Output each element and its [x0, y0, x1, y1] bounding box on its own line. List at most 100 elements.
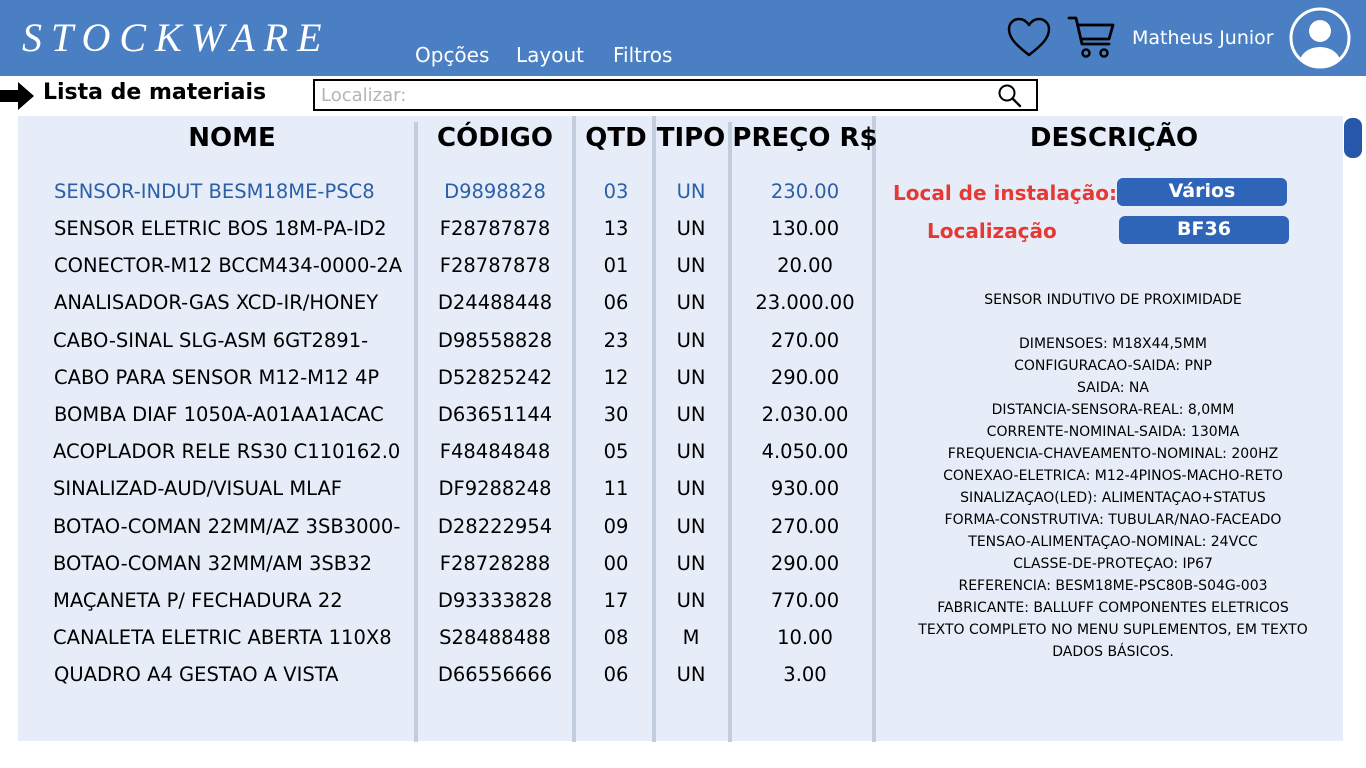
material-tipo: UN — [676, 291, 706, 314]
menu-layout[interactable]: Layout — [516, 43, 584, 67]
material-tipo: UN — [676, 663, 706, 686]
menu-filtros[interactable]: Filtros — [613, 43, 672, 67]
table-row[interactable]: BOTAO-COMAN 32MM/AM 3SB32 F28728288 00 UN 29… — [0, 548, 880, 585]
table-row[interactable]: QUADRO A4 GESTAO A VISTA D66556666 06 UN 3.0… — [0, 659, 880, 696]
table-row[interactable]: CANALETA ELETRIC ABERTA 110X8 S28488488 08… — [0, 622, 880, 659]
material-name: MAÇANETA P/ FECHADURA 22 — [53, 589, 343, 612]
table-row[interactable]: SINALIZAD-AUD/VISUAL MLAF DF9288248 11 UN 93… — [0, 473, 880, 510]
material-code: D28222954 — [437, 515, 553, 538]
description-line: DIMENSOES: M18X44,5MM — [1019, 336, 1207, 352]
user-name[interactable]: Matheus Junior — [1132, 27, 1274, 49]
material-qtd: 23 — [603, 329, 629, 352]
description-line: CORRENTE-NOMINAL-SAIDA: 130MA — [986, 424, 1240, 440]
material-qtd: 08 — [603, 626, 629, 649]
material-tipo: M — [682, 626, 700, 649]
page-title: Lista de materiais — [43, 80, 267, 105]
location-badge: BF36 — [1119, 216, 1289, 244]
material-price: 270.00 — [770, 329, 840, 352]
table-row[interactable]: BOMBA DIAF 1050A-A01AA1ACAC D63651144 30 UN… — [0, 399, 880, 436]
column-header-qtd[interactable]: QTD — [585, 123, 646, 153]
description-line: CONEXAO-ELETRICA: M12-4PINOS-MACHO-RETO — [943, 468, 1283, 484]
heart-icon[interactable] — [1006, 16, 1052, 58]
description-line: DISTANCIA-SENSORA-REAL: 8,0MM — [991, 402, 1235, 418]
description-line: FORMA-CONSTRUTIVA: TUBULAR/NAO-FACEADO — [944, 512, 1282, 528]
material-price: 23.000.00 — [755, 291, 855, 314]
material-name: CABO PARA SENSOR M12-M12 4P — [54, 366, 380, 389]
description-line: TENSAO-ALIMENTAÇAO-NOMINAL: 24VCC — [968, 534, 1258, 550]
material-name: ANALISADOR-GAS XCD-IR/HONEY — [54, 291, 379, 314]
material-tipo: UN — [676, 217, 706, 240]
material-tipo: UN — [676, 254, 706, 277]
material-qtd: 17 — [603, 589, 629, 612]
material-code: D24488448 — [437, 291, 553, 314]
material-code: F28728288 — [439, 552, 551, 575]
material-tipo: UN — [676, 180, 706, 203]
material-price: 230.00 — [770, 180, 840, 203]
install-location-badge: Vários — [1117, 178, 1287, 206]
description-line: REFERENCIA: BESM18ME-PSC80B-S04G-003 — [958, 578, 1268, 594]
search-box[interactable] — [313, 79, 1038, 111]
user-avatar-icon[interactable] — [1288, 6, 1352, 70]
material-qtd: 11 — [603, 477, 629, 500]
material-price: 130.00 — [770, 217, 840, 240]
description-line: FABRICANTE: BALLUFF COMPONENTES ELETRICO… — [937, 600, 1289, 616]
material-qtd: 09 — [603, 515, 629, 538]
material-tipo: UN — [676, 589, 706, 612]
column-header-nome[interactable]: NOME — [188, 123, 276, 153]
arrow-right-icon — [0, 82, 34, 110]
material-price: 20.00 — [777, 254, 833, 277]
material-qtd: 06 — [603, 291, 629, 314]
material-price: 10.00 — [777, 626, 833, 649]
material-qtd: 12 — [603, 366, 629, 389]
material-name: CONECTOR-M12 BCCM434-0000-2A — [54, 254, 403, 277]
material-tipo: UN — [676, 552, 706, 575]
material-name: ACOPLADOR RELE RS30 C110162.0 — [53, 440, 401, 463]
material-tipo: UN — [676, 329, 706, 352]
top-bar: STOCKWARE Opções Layout Filtros Matheus … — [0, 0, 1366, 76]
material-qtd: 03 — [603, 180, 629, 203]
material-tipo: UN — [676, 440, 706, 463]
menu-opcoes[interactable]: Opções — [415, 43, 489, 67]
material-code: D66556666 — [437, 663, 553, 686]
install-location-label: Local de instalação: — [893, 181, 1117, 205]
description-line: CONFIGURACAO-SAIDA: PNP — [1014, 358, 1212, 374]
material-tipo: UN — [676, 515, 706, 538]
material-price: 930.00 — [770, 477, 840, 500]
search-icon[interactable] — [997, 83, 1023, 109]
material-name: CABO-SINAL SLG-ASM 6GT2891- — [53, 329, 369, 352]
material-qtd: 30 — [603, 403, 629, 426]
table-row[interactable]: CABO-SINAL SLG-ASM 6GT2891- D98558828 23 UN… — [0, 325, 880, 362]
material-price: 4.050.00 — [761, 440, 849, 463]
material-code: F28787878 — [439, 217, 551, 240]
location-label: Localização — [927, 219, 1057, 243]
cart-icon[interactable] — [1067, 14, 1117, 60]
material-price: 770.00 — [770, 589, 840, 612]
material-code: F48484848 — [439, 440, 551, 463]
scrollbar-thumb[interactable] — [1344, 118, 1362, 158]
table-row[interactable]: BOTAO-COMAN 22MM/AZ 3SB3000- D28222954 09 U… — [0, 511, 880, 548]
material-qtd: 13 — [603, 217, 629, 240]
material-tipo: UN — [676, 366, 706, 389]
material-description: SENSOR INDUTIVO DE PROXIMIDADE DIMENSOES:… — [893, 289, 1333, 663]
material-name: QUADRO A4 GESTAO A VISTA — [54, 663, 339, 686]
column-header-codigo[interactable]: CÓDIGO — [437, 123, 553, 153]
material-price: 290.00 — [770, 552, 840, 575]
column-header-preco[interactable]: PREÇO R$ — [732, 123, 877, 153]
material-code: D93333828 — [437, 589, 553, 612]
table-row[interactable]: SENSOR ELETRIC BOS 18M-PA-ID2 F28787878 13… — [0, 213, 880, 250]
material-price: 290.00 — [770, 366, 840, 389]
material-code: DF9288248 — [438, 477, 552, 500]
material-name: BOTAO-COMAN 32MM/AM 3SB32 — [53, 552, 372, 575]
table-row[interactable]: CONECTOR-M12 BCCM434-0000-2A F28787878 01 U… — [0, 250, 880, 287]
table-row[interactable]: ACOPLADOR RELE RS30 C110162.0 F48484848 05… — [0, 436, 880, 473]
material-name: BOMBA DIAF 1050A-A01AA1ACAC — [54, 403, 384, 426]
material-price: 270.00 — [770, 515, 840, 538]
material-qtd: 06 — [603, 663, 629, 686]
table-row[interactable]: ANALISADOR-GAS XCD-IR/HONEY D24488448 06 UN… — [0, 287, 880, 324]
material-qtd: 05 — [603, 440, 629, 463]
table-row[interactable]: CABO PARA SENSOR M12-M12 4P D52825242 12 UN… — [0, 362, 880, 399]
search-input[interactable] — [321, 83, 981, 107]
table-row[interactable]: MAÇANETA P/ FECHADURA 22 D93333828 17 UN 770… — [0, 585, 880, 622]
table-row[interactable]: SENSOR-INDUT BESM18ME-PSC8 D9898828 03 UN 23… — [0, 176, 880, 213]
column-header-tipo[interactable]: TIPO — [657, 123, 726, 153]
